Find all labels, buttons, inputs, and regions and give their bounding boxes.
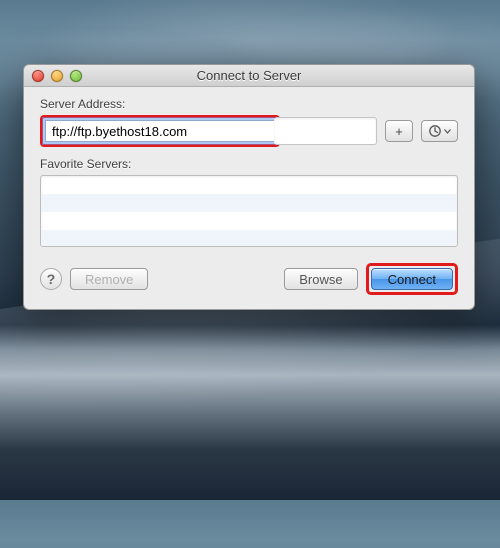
address-field-extension[interactable] [274,117,377,145]
remove-button[interactable]: Remove [70,268,148,290]
connect-button-label: Connect [388,272,436,287]
window-controls [32,70,82,82]
zoom-icon[interactable] [70,70,82,82]
browse-button[interactable]: Browse [284,268,357,290]
history-menu-button[interactable] [421,120,458,142]
list-item [41,230,457,247]
plus-icon: + [395,124,403,139]
list-item [41,194,457,212]
titlebar[interactable]: Connect to Server [24,65,474,87]
minimize-icon[interactable] [51,70,63,82]
connect-to-server-window: Connect to Server Server Address: + [23,64,475,310]
footer-row: ? Remove Browse Connect [40,263,458,295]
window-body: Server Address: + Favorite Servers: [24,87,474,309]
address-row: + [40,115,458,147]
list-item [41,212,457,230]
address-highlight-box [40,115,280,147]
server-address-input[interactable] [45,120,275,142]
favorite-servers-label: Favorite Servers: [40,157,458,171]
window-title: Connect to Server [24,68,474,83]
help-icon: ? [47,271,56,287]
connect-button[interactable]: Connect [371,268,453,290]
server-address-label: Server Address: [40,97,458,111]
browse-button-label: Browse [299,272,342,287]
list-item [41,176,457,194]
chevron-down-icon [444,129,451,134]
connect-highlight-box: Connect [366,263,458,295]
favorite-servers-list[interactable] [40,175,458,247]
add-favorite-button[interactable]: + [385,120,413,142]
help-button[interactable]: ? [40,268,62,290]
remove-button-label: Remove [85,272,133,287]
clock-icon [428,124,442,138]
close-icon[interactable] [32,70,44,82]
